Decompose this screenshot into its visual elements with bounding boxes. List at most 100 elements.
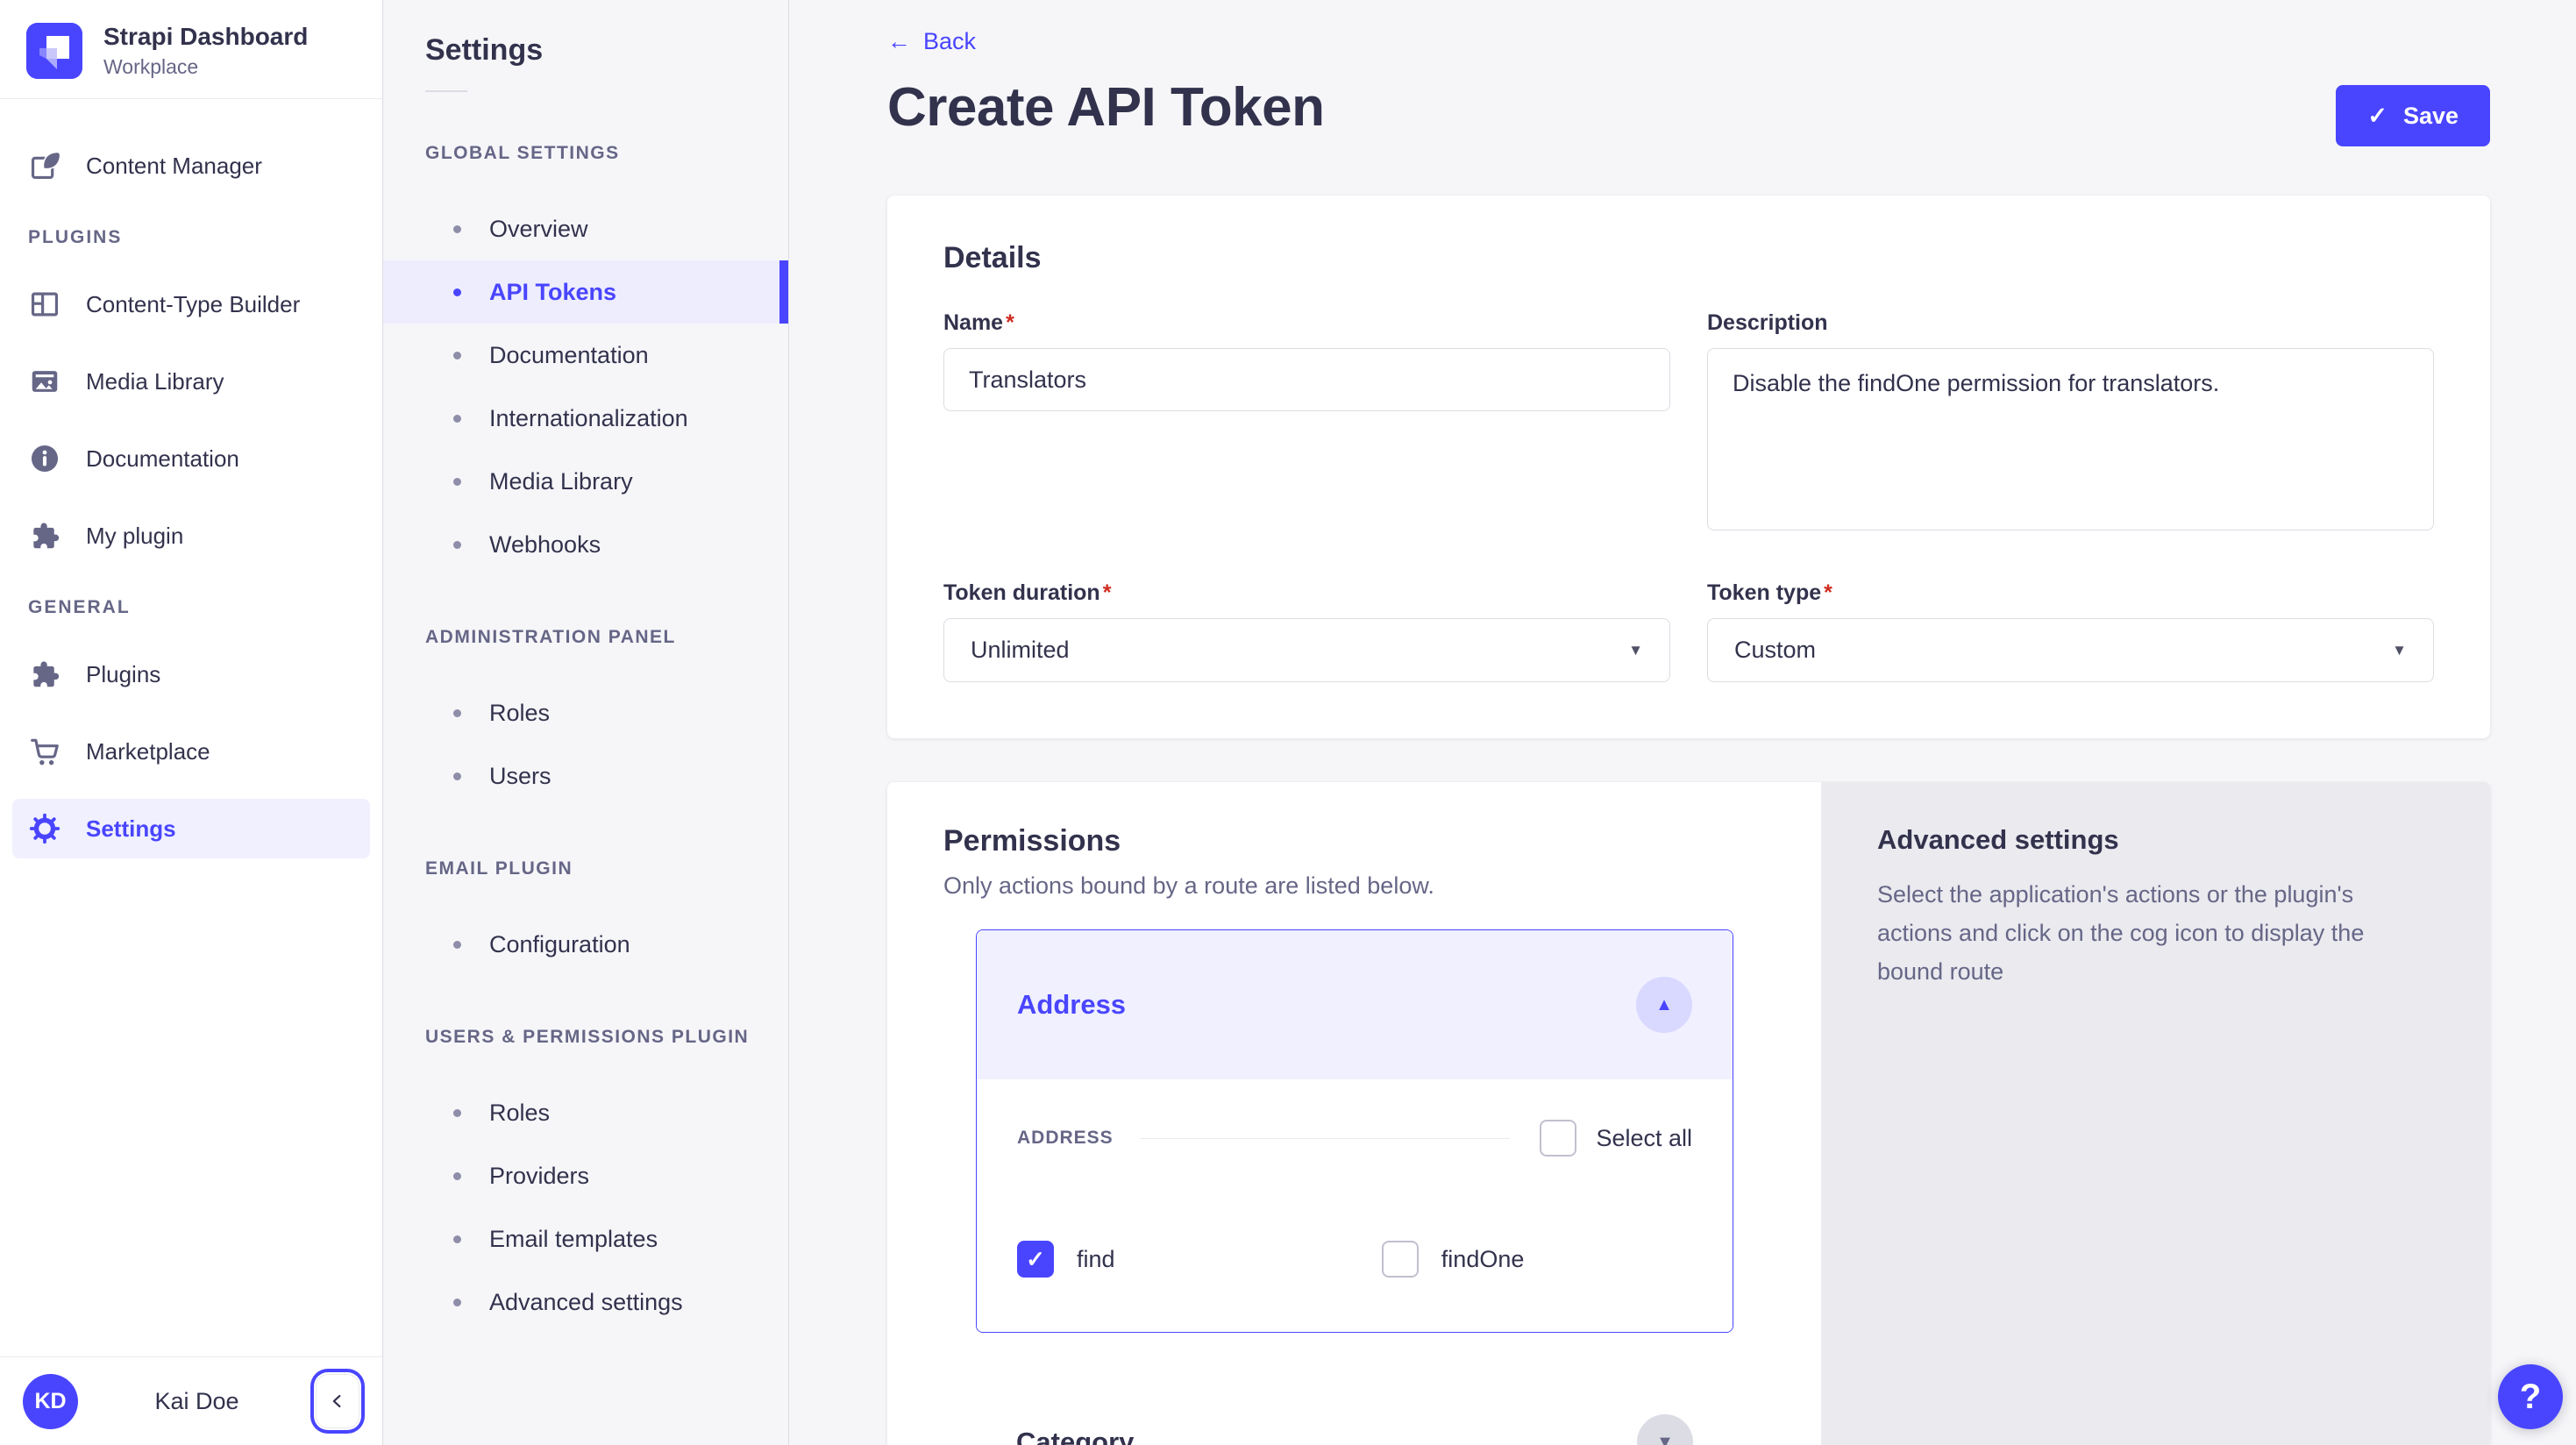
settings-subnav: Settings GLOBAL SETTINGS Overview API To… [383, 0, 789, 1445]
details-card: Details Name* Description Disable the fi… [887, 196, 2490, 738]
bullet-icon [453, 288, 461, 296]
expand-accordion-button[interactable]: ▼ [1637, 1414, 1693, 1445]
sidebar-item-my-plugin[interactable]: My plugin [12, 506, 370, 566]
sidebar-item-plugins[interactable]: Plugins [12, 644, 370, 704]
details-heading: Details [943, 241, 2434, 275]
sidebar-item-label: Content-Type Builder [86, 291, 300, 318]
workplace-home-link[interactable]: Strapi Dashboard Workplace [0, 0, 382, 98]
subnav-item-configuration[interactable]: Configuration [383, 913, 788, 976]
sidebar-item-content-manager[interactable]: Content Manager [12, 136, 370, 196]
help-button[interactable]: ? [2498, 1364, 2563, 1429]
select-all-checkbox[interactable] [1540, 1120, 1576, 1157]
page-title: Create API Token [887, 76, 1324, 139]
media-library-icon [28, 365, 61, 398]
chevron-left-icon [328, 1392, 347, 1411]
subnav-section-users-permissions-plugin: USERS & PERMISSIONS PLUGIN [425, 1027, 788, 1048]
subnav-item-label: Roles [489, 700, 550, 727]
subnav-section-email-plugin: EMAIL PLUGIN [425, 858, 788, 879]
advanced-settings-description: Select the application's actions or the … [1877, 875, 2434, 991]
subnav-item-label: Overview [489, 216, 588, 243]
subnav-section-global-settings: GLOBAL SETTINGS [425, 143, 788, 164]
info-icon [28, 442, 61, 475]
subnav-item-overview[interactable]: Overview [383, 197, 788, 260]
nav-section-general: GENERAL [28, 597, 370, 618]
required-asterisk: * [1824, 580, 1832, 605]
subnav-item-internationalization[interactable]: Internationalization [383, 387, 788, 450]
brand-title: Strapi Dashboard [103, 23, 308, 51]
subnav-item-documentation[interactable]: Documentation [383, 324, 788, 387]
subnav-item-label: Email templates [489, 1226, 658, 1253]
sidebar-item-label: Documentation [86, 445, 239, 473]
token-duration-label: Token duration* [943, 580, 1670, 606]
subnav-item-label: Media Library [489, 468, 633, 495]
main-content: ← Back Create API Token ✓ Save Details N… [789, 0, 2576, 1445]
back-arrow-icon: ← [887, 28, 911, 55]
check-icon: ✓ [1026, 1246, 1045, 1273]
subnav-item-advanced-settings[interactable]: Advanced settings [383, 1271, 788, 1334]
avatar[interactable]: KD [23, 1374, 78, 1429]
sidebar-item-marketplace[interactable]: Marketplace [12, 722, 370, 781]
description-textarea[interactable]: Disable the findOne permission for trans… [1707, 348, 2434, 530]
required-asterisk: * [1006, 310, 1014, 335]
subnav-item-webhooks[interactable]: Webhooks [383, 513, 788, 576]
subnav-item-label: Providers [489, 1163, 589, 1190]
permission-action-find: ✓ find [1017, 1241, 1382, 1278]
subnav-item-label: Webhooks [489, 531, 601, 559]
collapse-accordion-button[interactable]: ▲ [1636, 977, 1692, 1033]
bullet-icon [453, 709, 461, 717]
sidebar-item-content-type-builder[interactable]: Content-Type Builder [12, 274, 370, 334]
bullet-icon [453, 478, 461, 486]
question-mark-icon: ? [2520, 1377, 2541, 1417]
subnav-item-label: Users [489, 763, 551, 790]
subnav-item-providers[interactable]: Providers [383, 1144, 788, 1207]
description-label: Description [1707, 310, 2434, 336]
subnav-item-api-tokens[interactable]: API Tokens [383, 260, 788, 324]
bullet-icon [453, 1172, 461, 1180]
subnav-item-email-templates[interactable]: Email templates [383, 1207, 788, 1271]
subnav-title: Settings [383, 0, 788, 68]
bullet-icon [453, 941, 461, 949]
name-input[interactable] [943, 348, 1670, 411]
sidebar-item-settings[interactable]: Settings [12, 799, 370, 858]
subnav-item-media-library[interactable]: Media Library [383, 450, 788, 513]
category-accordion-header[interactable]: Category ▼ [976, 1377, 1733, 1445]
permission-action-label: findOne [1441, 1246, 1525, 1273]
bullet-icon [453, 1235, 461, 1243]
findone-checkbox[interactable] [1382, 1241, 1419, 1278]
find-checkbox[interactable]: ✓ [1017, 1241, 1054, 1278]
bullet-icon [453, 225, 461, 233]
bullet-icon [453, 1299, 461, 1306]
gear-icon [28, 812, 61, 845]
sidebar-item-label: Settings [86, 815, 176, 843]
sidebar-item-documentation[interactable]: Documentation [12, 429, 370, 488]
sidebar-item-media-library[interactable]: Media Library [12, 352, 370, 411]
divider-line [1140, 1138, 1511, 1139]
subnav-item-up-roles[interactable]: Roles [383, 1081, 788, 1144]
required-asterisk: * [1103, 580, 1112, 605]
token-type-select[interactable]: Custom ▼ [1707, 618, 2434, 682]
subnav-item-admin-users[interactable]: Users [383, 744, 788, 808]
token-duration-select[interactable]: Unlimited ▼ [943, 618, 1670, 682]
triangle-up-icon: ▲ [1655, 995, 1673, 1015]
puzzle-icon [28, 519, 61, 552]
bullet-icon [453, 541, 461, 549]
main-sidebar: Strapi Dashboard Workplace Content Manag… [0, 0, 383, 1445]
sidebar-item-label: Plugins [86, 661, 160, 688]
back-label: Back [923, 28, 976, 55]
address-accordion-body: ADDRESS Select all ✓ find [977, 1079, 1733, 1332]
subnav-item-label: Configuration [489, 931, 630, 958]
advanced-settings-panel: Advanced settings Select the application… [1821, 782, 2490, 1445]
collapse-sidebar-button[interactable] [316, 1374, 359, 1428]
advanced-settings-heading: Advanced settings [1877, 824, 2434, 856]
brand-subtitle: Workplace [103, 55, 308, 79]
save-button[interactable]: ✓ Save [2336, 85, 2490, 146]
sidebar-item-label: My plugin [86, 523, 183, 550]
category-accordion-title: Category [1016, 1427, 1134, 1445]
permissions-card: Permissions Only actions bound by a rout… [887, 782, 1821, 1445]
permissions-subtitle: Only actions bound by a route are listed… [943, 872, 1765, 900]
back-link[interactable]: ← Back [887, 28, 976, 55]
subnav-divider [425, 90, 467, 92]
subnav-item-admin-roles[interactable]: Roles [383, 681, 788, 744]
check-icon: ✓ [2367, 103, 2387, 130]
address-accordion-header[interactable]: Address ▲ [977, 930, 1733, 1079]
